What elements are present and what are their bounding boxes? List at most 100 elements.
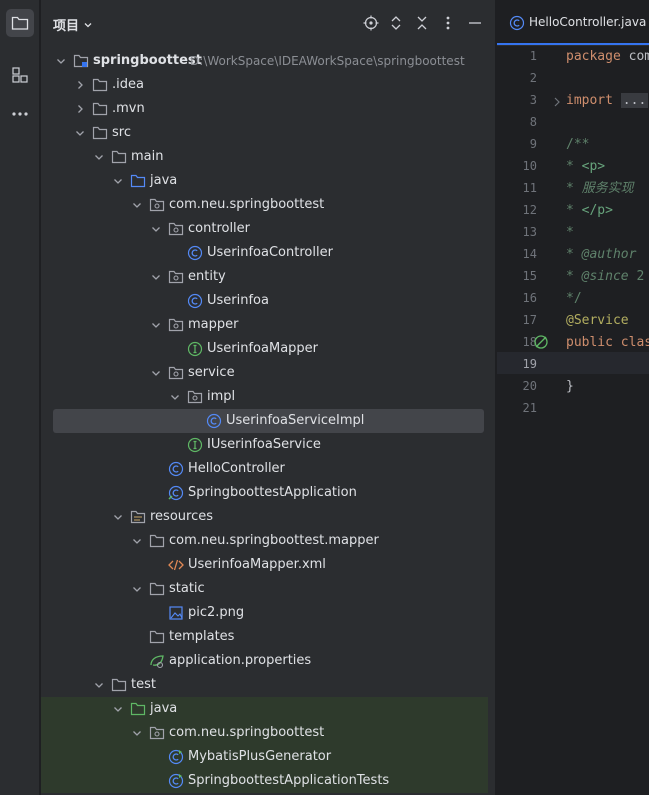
code-line[interactable]: /** (566, 137, 589, 153)
tree-row-folder[interactable]: src (41, 121, 488, 145)
chevron-down-icon[interactable] (112, 703, 124, 715)
source-folder-icon (130, 174, 146, 188)
project-tool-button[interactable] (6, 9, 34, 37)
comment: * (566, 181, 582, 196)
package-icon (168, 222, 184, 236)
more-icon (12, 112, 28, 116)
tree-row-file[interactable]: pic2.png (41, 601, 488, 625)
spring-boot-class-icon (168, 485, 184, 501)
code-line[interactable]: * @author (566, 247, 636, 263)
tree-row-class[interactable]: SpringboottestApplicationTests (41, 769, 488, 793)
code-editor: HelloController.java 1 2 3 8 9 10 11 12 … (497, 0, 649, 795)
chevron-right-icon[interactable] (74, 103, 86, 115)
package-icon (149, 726, 165, 740)
tree-row-folder[interactable]: main (41, 145, 488, 169)
chevron-down-icon[interactable] (169, 391, 181, 403)
tree-row-class[interactable]: UserinfoaController (41, 241, 488, 265)
structure-tool-button[interactable] (6, 61, 34, 89)
code-line[interactable]: @Service (566, 313, 629, 329)
tree-row-folder[interactable]: resources (41, 505, 488, 529)
tree-row-folder[interactable]: java (41, 697, 488, 721)
collapse-all-button[interactable] (413, 14, 431, 32)
tree-item-label: SpringboottestApplication (188, 485, 357, 500)
line-number: 12 (522, 203, 537, 217)
chevron-down-icon[interactable] (112, 175, 124, 187)
line-number: 16 (522, 291, 537, 305)
chevron-down-icon[interactable] (131, 583, 143, 595)
class-icon (168, 461, 184, 477)
tree-row-folder[interactable]: templates (41, 625, 488, 649)
package-icon (168, 270, 184, 284)
tree-row-file[interactable]: application.properties (41, 649, 488, 673)
folded-imports[interactable]: ... (620, 93, 649, 108)
tree-item-label: impl (207, 389, 236, 404)
tree-row-package[interactable]: entity (41, 265, 488, 289)
comment: 2 (628, 269, 645, 284)
chevron-down-icon[interactable] (131, 535, 143, 547)
tree-row-folder[interactable]: .mvn (41, 97, 488, 121)
tree-row-package[interactable]: impl (41, 385, 488, 409)
chevron-down-icon[interactable] (93, 151, 105, 163)
tree-row-package[interactable]: com.neu.springboottest (41, 193, 488, 217)
code-line[interactable]: } (566, 379, 574, 395)
tree-item-label: UserinfoaController (207, 245, 333, 260)
tree-row-folder[interactable]: com.neu.springboottest.mapper (41, 529, 488, 553)
code-line[interactable]: * 服务实现 (566, 181, 634, 197)
tree-row-package[interactable]: com.neu.springboottest (41, 721, 488, 745)
tree-row-folder[interactable]: test (41, 673, 488, 697)
chevron-down-icon[interactable] (112, 511, 124, 523)
tree-row-class[interactable]: Userinfoa (41, 289, 488, 313)
line-number: 8 (529, 115, 537, 129)
class-icon (187, 245, 203, 261)
code-line[interactable]: * <p> (566, 159, 605, 175)
chevron-down-icon[interactable] (131, 199, 143, 211)
tree-row-class[interactable]: MybatisPlusGenerator (41, 745, 488, 769)
tree-row-package[interactable]: service (41, 361, 488, 385)
code-line[interactable]: public clas (566, 335, 649, 351)
folder-icon (92, 126, 108, 140)
code-line[interactable]: * </p> (566, 203, 613, 219)
tree-row-folder[interactable]: .idea (41, 73, 488, 97)
chevron-down-icon[interactable] (131, 727, 143, 739)
more-tools-button[interactable] (6, 100, 34, 128)
fold-expand-icon[interactable] (553, 97, 561, 107)
code-line[interactable]: */ (566, 291, 582, 307)
chevron-down-icon[interactable] (55, 55, 67, 67)
tree-row-interface[interactable]: IUserinfoaService (41, 433, 488, 457)
project-view-selector[interactable]: 项目 (53, 15, 93, 34)
options-icon (446, 16, 450, 30)
chevron-down-icon[interactable] (150, 319, 162, 331)
chevron-down-icon[interactable] (74, 127, 86, 139)
tree-row-package[interactable]: controller (41, 217, 488, 241)
package-icon (187, 390, 203, 404)
editor-tab-active[interactable]: HelloController.java (497, 0, 649, 45)
comment: 服务实现 (581, 181, 634, 196)
module-folder-icon (73, 54, 89, 68)
line-number: 21 (522, 401, 537, 415)
spring-bean-icon[interactable] (533, 334, 549, 350)
chevron-down-icon[interactable] (150, 223, 162, 235)
chevron-right-icon[interactable] (74, 79, 86, 91)
options-button[interactable] (439, 14, 457, 32)
tree-row-class-selected[interactable]: UserinfoaServiceImpl (41, 409, 488, 433)
tree-row-file[interactable]: UserinfoaMapper.xml (41, 553, 488, 577)
tree-item-label: controller (188, 221, 251, 236)
code-line[interactable]: import ... (566, 93, 649, 109)
chevron-down-icon[interactable] (93, 679, 105, 691)
code-line[interactable]: * @since 2 (566, 269, 644, 285)
tree-row-interface[interactable]: UserinfoaMapper (41, 337, 488, 361)
chevron-down-icon[interactable] (150, 367, 162, 379)
tree-row-root[interactable]: springboottest D:\WorkSpace\IDEAWorkSpac… (41, 49, 488, 73)
tree-row-package[interactable]: mapper (41, 313, 488, 337)
locate-file-button[interactable] (362, 14, 380, 32)
tree-row-class[interactable]: SpringboottestApplication (41, 481, 488, 505)
expand-all-button[interactable] (387, 14, 405, 32)
chevron-down-icon[interactable] (150, 271, 162, 283)
hide-panel-button[interactable] (466, 14, 484, 32)
code-line[interactable]: * (566, 225, 574, 241)
tree-row-class[interactable]: HelloController (41, 457, 488, 481)
code-line[interactable]: package com (566, 49, 649, 65)
runnable-class-icon (168, 749, 184, 765)
tree-row-folder[interactable]: java (41, 169, 488, 193)
tree-row-folder[interactable]: static (41, 577, 488, 601)
